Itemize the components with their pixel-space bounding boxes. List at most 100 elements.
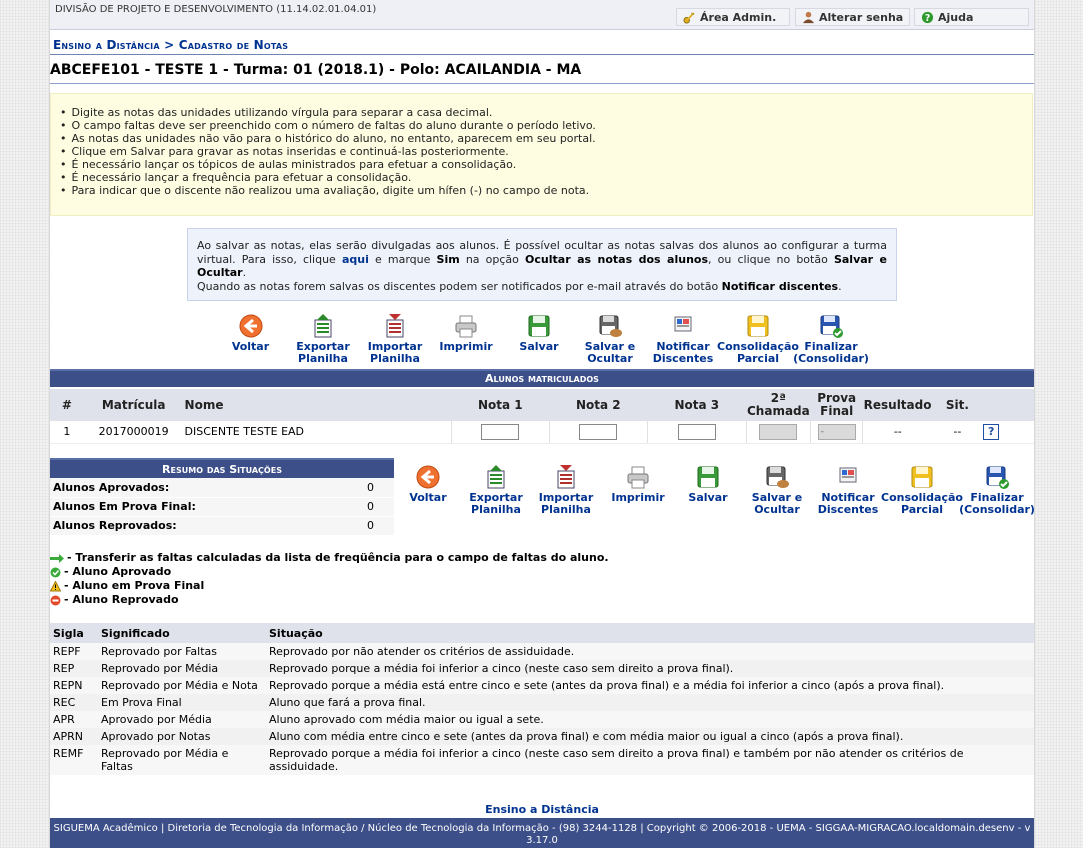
- table-row: REPN Reprovado por Média e Nota Reprovado …: [50, 677, 1034, 694]
- notice-emphasis: Sim: [436, 252, 460, 266]
- save-button[interactable]: Salvar: [516, 313, 562, 353]
- legend-transfer-text: - Transferir as faltas calculadas da lis…: [67, 551, 609, 564]
- import-sheet-icon: [386, 314, 404, 338]
- back-label: Voltar: [409, 491, 447, 504]
- export-spreadsheet-button[interactable]: Exportar Planilha: [294, 313, 352, 365]
- table-row: REMF Reprovado por Média e Faltas Reprovad…: [50, 745, 1034, 775]
- instruction-item: O campo faltas deve ser preenchido com o…: [60, 119, 596, 132]
- nota3-cell: [647, 421, 746, 444]
- col-header: Prova Final: [810, 389, 863, 421]
- admin-area-button[interactable]: Área Admin.: [676, 8, 790, 26]
- col-header: #: [50, 389, 84, 421]
- notify-students-button-bottom[interactable]: Notificar Discentes: [817, 464, 879, 516]
- significado-cell: Reprovado por Faltas: [98, 643, 266, 660]
- svg-text:?: ?: [925, 13, 930, 24]
- instructions-box: Digite as notas das unidades utilizando …: [50, 93, 1033, 216]
- warning-icon: [50, 580, 61, 591]
- nota2-input[interactable]: [579, 423, 618, 440]
- back-button[interactable]: Voltar: [228, 313, 273, 353]
- legend-transfer: - Transferir as faltas calculadas da lis…: [50, 551, 609, 565]
- import-spreadsheet-button[interactable]: Importar Planilha: [366, 313, 424, 365]
- distance-learning-link[interactable]: Ensino a Distância: [50, 803, 1034, 816]
- header-bar: DIVISÃO DE PROJETO E DESENVOLVIMENTO (11…: [50, 0, 1034, 30]
- save-notice: Ao salvar as notas, elas serão divulgada…: [187, 228, 897, 301]
- help-button[interactable]: ? Ajuda: [914, 8, 1029, 26]
- col-header: Resultado: [862, 389, 933, 421]
- table-row: 1 2017000019 DISCENTE TESTE EAD - -- -- …: [50, 421, 1034, 444]
- situacao-cell: Aluno aprovado com média maior ou igual …: [266, 711, 1034, 728]
- nota2-cell: [548, 421, 648, 444]
- import-spreadsheet-button-bottom[interactable]: Importar Planilha: [537, 464, 595, 516]
- prova-final-cell: -: [810, 421, 863, 444]
- check-circle-icon: [50, 567, 61, 577]
- nota1-input[interactable]: [481, 423, 520, 440]
- save-and-hide-button-bottom[interactable]: Salvar e Ocultar: [749, 464, 805, 516]
- config-link[interactable]: aqui: [342, 253, 369, 266]
- nota3-input[interactable]: [677, 423, 716, 440]
- summary-value: 0: [335, 516, 394, 536]
- table-row: APR Aprovado por Média Aluno aprovado com …: [50, 711, 1034, 728]
- segunda-chamada-cell: [745, 421, 811, 444]
- import-label: Importar Planilha: [367, 340, 423, 365]
- enrolled-students-title: Alunos matriculados: [50, 369, 1034, 387]
- change-password-button[interactable]: Alterar senha: [795, 8, 910, 26]
- print-button[interactable]: Imprimir: [438, 313, 494, 353]
- sigla-cell: REPF: [50, 643, 98, 660]
- legend: - Transferir as faltas calculadas da lis…: [50, 551, 609, 607]
- significado-cell: Aprovado por Notas: [98, 728, 266, 745]
- stop-icon: [50, 595, 61, 605]
- notice-text: e marque: [368, 252, 437, 266]
- notify-label: Notificar Discentes: [652, 340, 714, 365]
- table-row: REPF Reprovado por Faltas Reprovado por nã…: [50, 643, 1034, 660]
- prova-final-input: -: [817, 423, 856, 440]
- partial-consolidation-button[interactable]: Consolidação Parcial: [717, 313, 799, 365]
- col-header: Matrícula: [83, 389, 184, 421]
- print-button-bottom[interactable]: Imprimir: [610, 464, 666, 504]
- help-icon: ?: [921, 11, 934, 24]
- row-matricula: 2017000019: [83, 421, 184, 444]
- back-label: Voltar: [231, 340, 270, 353]
- sigla-cell: REC: [50, 694, 98, 711]
- col-header-help: [982, 389, 1034, 421]
- floppy-icon: [528, 315, 550, 337]
- export-label: Exportar Planilha: [296, 340, 350, 365]
- save-and-hide-button[interactable]: Salvar e Ocultar: [582, 313, 638, 365]
- right-background: [1034, 0, 1083, 848]
- left-background: [0, 0, 50, 848]
- summary-label: Alunos Em Prova Final:: [50, 497, 336, 517]
- title-divider: [50, 83, 1034, 84]
- table-row: APRN Aprovado por Notas Aluno com média en…: [50, 728, 1034, 745]
- row-number: 1: [50, 421, 84, 444]
- finalize-button-bottom[interactable]: Finalizar (Consolidar): [959, 464, 1035, 516]
- situacao-cell: Reprovado porque a média foi inferior a …: [266, 745, 1034, 775]
- notify-students-button[interactable]: Notificar Discentes: [652, 313, 714, 365]
- export-spreadsheet-button-bottom[interactable]: Exportar Planilha: [467, 464, 525, 516]
- significado-cell: Reprovado por Média: [98, 660, 266, 677]
- partial-consolidation-label: Consolidação Parcial: [881, 491, 963, 516]
- page-title: ABCEFE101 - TESTE 1 - Turma: 01 (2018.1)…: [50, 62, 582, 78]
- situacao-cell: Reprovado porque a média está entre cinc…: [266, 677, 1034, 694]
- import-label: Importar Planilha: [538, 491, 594, 516]
- print-label: Imprimir: [611, 491, 665, 504]
- printer-icon: [455, 315, 477, 338]
- notify-icon: [674, 316, 692, 332]
- notice-text: Quando as notas forem salvas os discente…: [197, 279, 722, 293]
- summary-row: Alunos Aprovados: 0: [50, 478, 394, 498]
- instruction-item: As notas das unidades não vão para o his…: [60, 132, 596, 145]
- help-icon[interactable]: ?: [983, 423, 1000, 440]
- save-button-bottom[interactable]: Salvar: [685, 464, 731, 504]
- table-row: REP Reprovado por Média Reprovado porque a…: [50, 660, 1034, 677]
- summary-row: Alunos Reprovados: 0: [50, 516, 394, 536]
- instruction-item: Digite as notas das unidades utilizando …: [60, 106, 596, 119]
- floppy-lock-icon: [766, 466, 789, 488]
- back-button-bottom[interactable]: Voltar: [405, 464, 451, 504]
- situacao-cell: Aluno com média entre cinco e sete (ante…: [266, 728, 1034, 745]
- finalize-button[interactable]: Finalizar (Consolidar): [793, 313, 869, 365]
- admin-area-label: Área Admin.: [700, 10, 777, 24]
- breadcrumb[interactable]: Ensino a Distância > Cadastro de Notas: [53, 38, 288, 52]
- summary-label: Alunos Reprovados:: [50, 516, 336, 536]
- col-header: Nota 1: [451, 389, 550, 421]
- status-summary-title: Resumo das Situações: [50, 458, 394, 478]
- partial-consolidation-button-bottom[interactable]: Consolidação Parcial: [881, 464, 963, 516]
- export-label: Exportar Planilha: [469, 491, 523, 516]
